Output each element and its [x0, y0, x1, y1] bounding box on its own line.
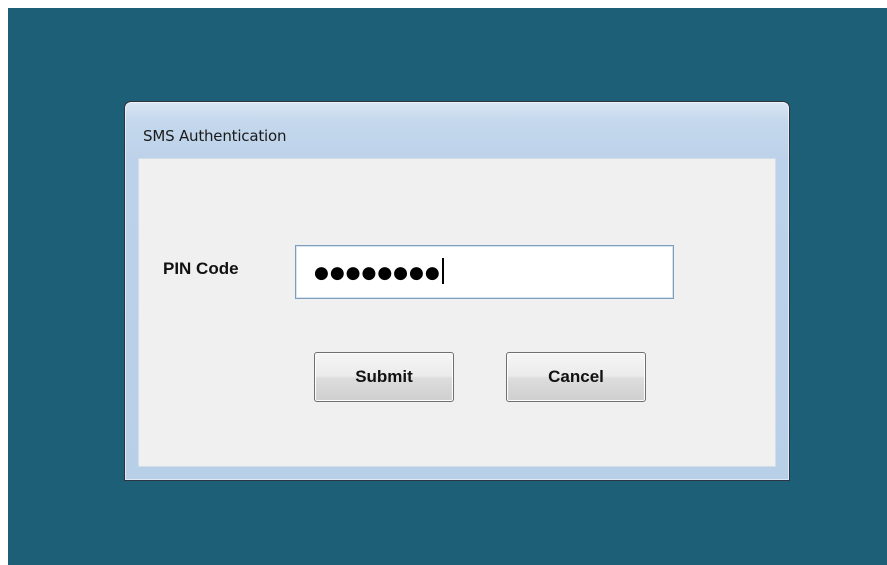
pin-code-label: PIN Code — [163, 259, 239, 278]
pin-code-input[interactable]: ●●●●●●●● — [295, 245, 674, 299]
cancel-button[interactable]: Cancel — [506, 352, 646, 402]
window-title: SMS Authentication — [143, 127, 287, 145]
sms-auth-dialog: SMS Authentication PIN Code ●●●●●●●● Sub… — [124, 101, 790, 481]
pin-code-dots: ●●●●●●●● — [314, 263, 441, 283]
submit-button[interactable]: Submit — [314, 352, 454, 402]
text-caret — [441, 258, 444, 284]
title-bar[interactable]: SMS Authentication — [125, 102, 789, 158]
dialog-client-area: PIN Code ●●●●●●●● Submit Cancel — [138, 158, 776, 467]
pin-code-masked-value: ●●●●●●●● — [314, 258, 444, 286]
desktop-background: SMS Authentication PIN Code ●●●●●●●● Sub… — [8, 8, 887, 565]
